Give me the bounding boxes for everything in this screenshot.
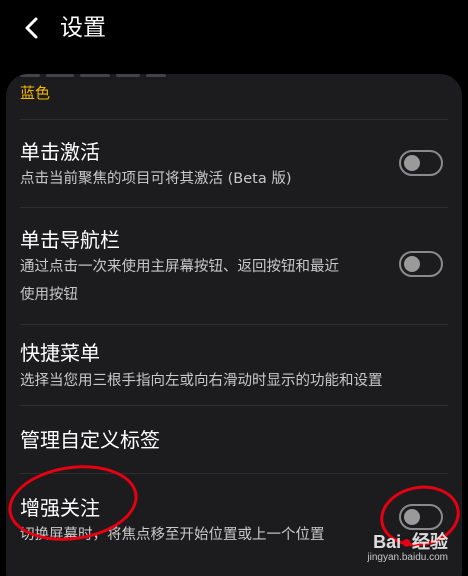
row-title: 管理自定义标签 [20, 428, 160, 452]
row-subtitle-line1: 通过点击一次来使用主屏幕按钮、返回按钮和最近 [20, 259, 339, 275]
row-subtitle: 切换屏幕时，将焦点移至开始位置或上一个位置 [20, 527, 325, 543]
row-title: 单击激活 [20, 140, 100, 164]
enhanced-focus-toggle[interactable] [399, 504, 443, 530]
baidu-watermark: Bai●经验 jingyan.baidu.com [334, 528, 454, 568]
page-title: 设置 [60, 15, 106, 41]
back-button[interactable] [14, 12, 50, 44]
toggle-knob [404, 256, 420, 272]
single-tap-activate-row[interactable]: 单击激活 点击当前聚焦的项目可将其激活 (Beta 版) [6, 120, 462, 206]
row-title: 单击导航栏 [20, 228, 120, 252]
previous-item-value[interactable]: 蓝色 [20, 82, 50, 104]
watermark-url: jingyan.baidu.com [367, 552, 448, 563]
row-title: 增强关注 [20, 496, 100, 520]
row-title: 快捷菜单 [20, 341, 100, 365]
single-tap-activate-toggle[interactable] [399, 150, 443, 176]
single-tap-navbar-toggle[interactable] [399, 251, 443, 277]
shortcut-menu-row[interactable]: 快捷菜单 选择当您用三根手指向左或向右滑动时显示的功能和设置 [6, 325, 462, 404]
header-bar: 设置 [0, 0, 468, 66]
previous-item-title-cut [20, 74, 180, 82]
toggle-knob [404, 509, 420, 525]
manage-custom-labels-row[interactable]: 管理自定义标签 [6, 406, 462, 472]
row-subtitle: 选择当您用三根手指向左或向右滑动时显示的功能和设置 [20, 373, 383, 389]
back-arrow-icon [25, 17, 38, 39]
toggle-knob [404, 155, 420, 171]
row-subtitle: 点击当前聚焦的项目可将其激活 (Beta 版) [20, 171, 292, 187]
watermark-logo: Bai●经验 [373, 532, 448, 552]
settings-card: 蓝色 单击激活 点击当前聚焦的项目可将其激活 (Beta 版) 单击导航栏 通过… [6, 74, 462, 576]
row-subtitle-line2: 使用按钮 [20, 287, 78, 303]
single-tap-navbar-row[interactable]: 单击导航栏 通过点击一次来使用主屏幕按钮、返回按钮和最近 使用按钮 [6, 208, 462, 323]
